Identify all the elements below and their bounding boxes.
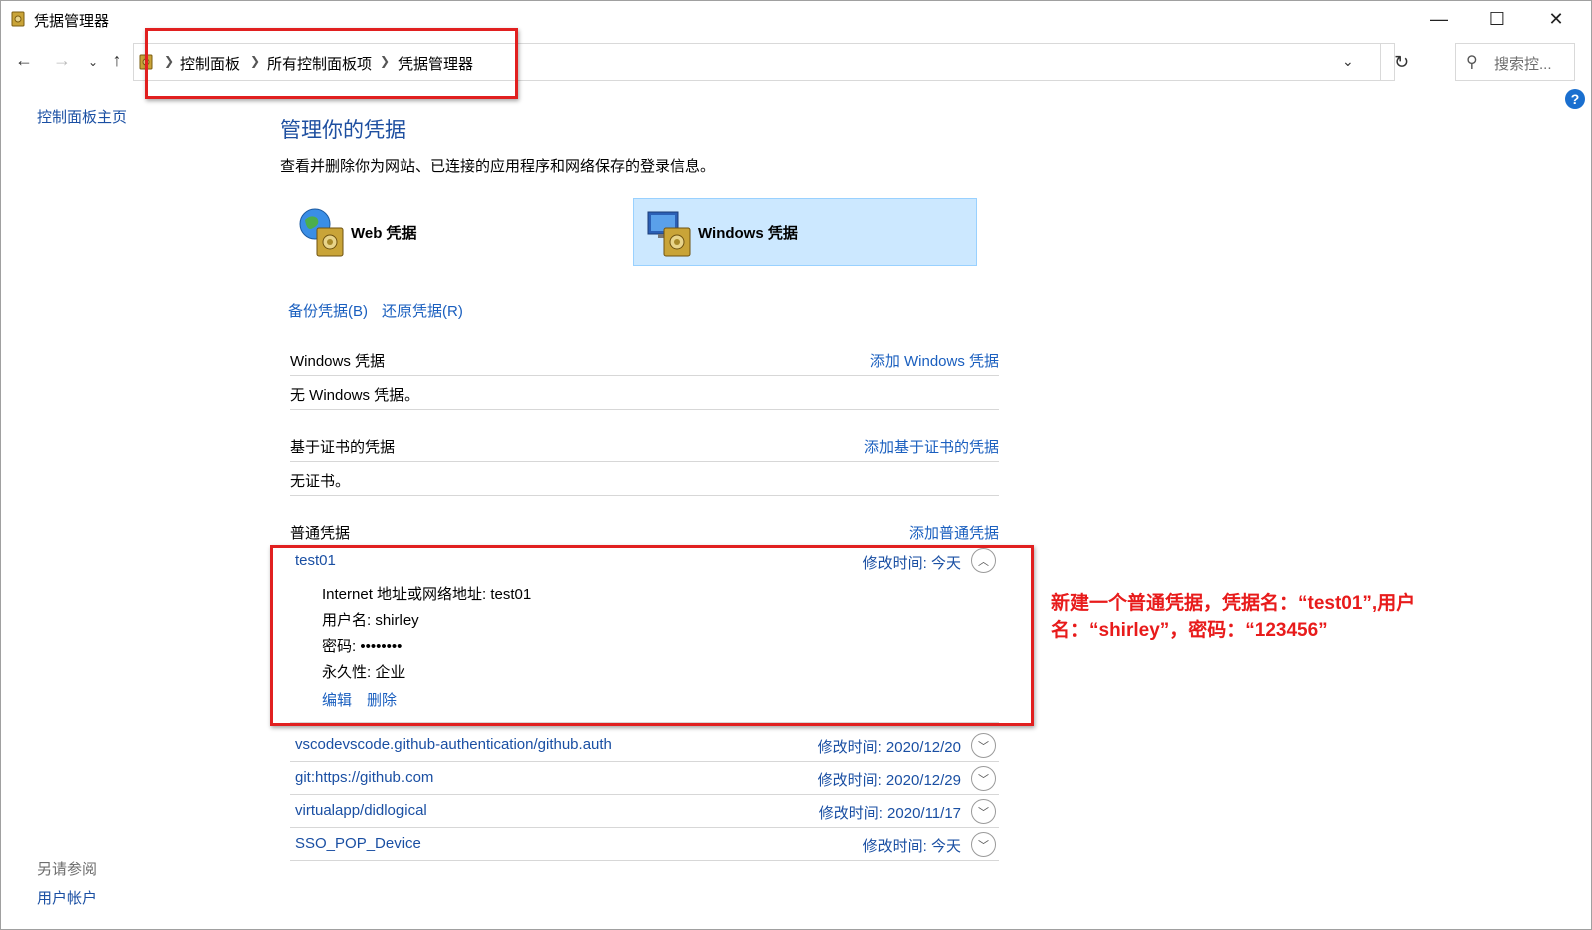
credential-persistence: 永久性: 企业 bbox=[322, 664, 406, 681]
credential-name[interactable]: git:https://github.com bbox=[295, 769, 433, 786]
breadcrumb-separator-icon[interactable]: ❯ bbox=[380, 54, 390, 68]
windows-credentials-tab[interactable]: Windows 凭据 bbox=[633, 198, 977, 266]
up-arrow-icon[interactable]: ↑ bbox=[106, 50, 128, 71]
add-generic-credential-link[interactable]: 添加普通凭据 bbox=[909, 522, 999, 543]
delete-credential-link[interactable]: 删除 bbox=[367, 689, 397, 710]
credential-username: 用户名: shirley bbox=[322, 612, 419, 629]
credential-item[interactable]: vscodevscode.github-authentication/githu… bbox=[290, 729, 999, 762]
credential-address: Internet 地址或网络地址: test01 bbox=[322, 586, 532, 603]
page-description: 查看并删除你为网站、已连接的应用程序和网络保存的登录信息。 bbox=[280, 158, 716, 175]
breadcrumb-credential-manager[interactable]: 凭据管理器 bbox=[398, 53, 473, 74]
windows-credentials-label: Windows 凭据 bbox=[698, 224, 798, 242]
credential-item[interactable]: SSO_POP_Device 修改时间: 今天 ﹀ bbox=[290, 828, 999, 861]
help-icon[interactable]: ? bbox=[1565, 89, 1585, 109]
see-also-heading: 另请参阅 bbox=[37, 861, 98, 878]
section-title: Windows 凭据 bbox=[290, 353, 386, 370]
breadcrumb-separator-icon[interactable]: ❯ bbox=[164, 54, 174, 68]
back-arrow-icon[interactable]: ← bbox=[13, 50, 35, 71]
credential-modified: 修改时间: 2020/12/20 bbox=[817, 739, 961, 756]
windows-credentials-empty: 无 Windows 凭据。 bbox=[290, 377, 999, 410]
expand-chevron-icon[interactable]: ﹀ bbox=[971, 766, 996, 791]
title-bar: 凭据管理器 — ☐ ✕ bbox=[0, 0, 1592, 38]
user-accounts-link[interactable]: 用户帐户 bbox=[37, 887, 97, 908]
forward-arrow-icon[interactable]: → bbox=[51, 50, 73, 71]
page-title: 管理你的凭据 bbox=[280, 119, 406, 142]
generic-credentials-section-header: 普通凭据 添加普通凭据 bbox=[290, 516, 999, 548]
maximize-button[interactable]: ☐ bbox=[1468, 0, 1526, 38]
address-bar[interactable]: ❯ 控制面板 ❯ 所有控制面板项 ❯ 凭据管理器 ⌄ ↻ bbox=[133, 43, 1409, 81]
credential-name[interactable]: SSO_POP_Device bbox=[295, 835, 421, 852]
credential-item[interactable]: virtualapp/didlogical 修改时间: 2020/11/17 ﹀ bbox=[290, 795, 999, 828]
credential-item[interactable]: git:https://github.com 修改时间: 2020/12/29 … bbox=[290, 762, 999, 795]
credential-name[interactable]: test01 bbox=[295, 552, 336, 569]
search-icon: ⚲ bbox=[1466, 54, 1478, 71]
windows-credentials-icon bbox=[647, 211, 691, 257]
certificate-credentials-section-header: 基于证书的凭据 添加基于证书的凭据 bbox=[290, 430, 999, 462]
certificate-credentials-empty: 无证书。 bbox=[290, 463, 999, 496]
breadcrumb-all-items[interactable]: 所有控制面板项 bbox=[267, 53, 372, 74]
expand-chevron-icon[interactable]: ﹀ bbox=[971, 733, 996, 758]
window-title: 凭据管理器 bbox=[34, 13, 110, 30]
close-button[interactable]: ✕ bbox=[1527, 0, 1585, 38]
expand-chevron-icon[interactable]: ﹀ bbox=[971, 832, 996, 857]
backup-credentials-link[interactable]: 备份凭据(B) bbox=[288, 300, 368, 321]
web-credentials-icon bbox=[299, 208, 344, 257]
web-credentials-tab[interactable]: Web 凭据 bbox=[295, 198, 595, 266]
edit-credential-link[interactable]: 编辑 bbox=[322, 689, 352, 710]
empty-message: 无 Windows 凭据。 bbox=[290, 387, 420, 404]
add-certificate-credential-link[interactable]: 添加基于证书的凭据 bbox=[864, 436, 999, 457]
control-panel-icon bbox=[139, 54, 153, 70]
add-windows-credential-link[interactable]: 添加 Windows 凭据 bbox=[870, 350, 999, 371]
credential-modified: 修改时间: 今天 bbox=[862, 555, 961, 572]
windows-credentials-section-header: Windows 凭据 添加 Windows 凭据 bbox=[290, 344, 999, 376]
collapse-chevron-icon[interactable]: ︿ bbox=[971, 548, 996, 573]
expand-chevron-icon[interactable]: ﹀ bbox=[971, 799, 996, 824]
restore-credentials-link[interactable]: 还原凭据(R) bbox=[382, 300, 463, 321]
credential-modified: 修改时间: 今天 bbox=[862, 838, 961, 855]
credential-name[interactable]: virtualapp/didlogical bbox=[295, 802, 427, 819]
refresh-icon[interactable]: ↻ bbox=[1380, 44, 1422, 80]
section-title: 基于证书的凭据 bbox=[290, 439, 396, 456]
credential-manager-icon bbox=[11, 11, 25, 27]
breadcrumb-control-panel[interactable]: 控制面板 bbox=[180, 53, 240, 74]
credential-name[interactable]: vscodevscode.github-authentication/githu… bbox=[295, 736, 612, 753]
recent-locations-chevron-icon[interactable]: ⌄ bbox=[82, 55, 104, 69]
annotation-text: 新建一个普通凭据，凭据名：“test01”,用户名：“shirley”，密码：“… bbox=[1051, 593, 1416, 641]
section-title: 普通凭据 bbox=[290, 525, 351, 542]
search-box[interactable]: ⚲ 搜索控... bbox=[1455, 43, 1575, 81]
credential-modified: 修改时间: 2020/12/29 bbox=[817, 772, 961, 789]
empty-message: 无证书。 bbox=[290, 473, 351, 490]
address-dropdown-icon[interactable]: ⌄ bbox=[1342, 53, 1354, 70]
search-placeholder: 搜索控... bbox=[1494, 56, 1552, 73]
credential-password: 密码: •••••••• bbox=[322, 638, 403, 655]
minimize-button[interactable]: — bbox=[1410, 0, 1468, 38]
web-credentials-label: Web 凭据 bbox=[351, 224, 417, 242]
credential-modified: 修改时间: 2020/11/17 bbox=[818, 805, 961, 822]
control-panel-home-link[interactable]: 控制面板主页 bbox=[37, 106, 127, 127]
credential-item-expanded: test01 修改时间: 今天 ︿ Internet 地址或网络地址: test… bbox=[290, 548, 999, 723]
breadcrumb-separator-icon[interactable]: ❯ bbox=[250, 54, 260, 68]
